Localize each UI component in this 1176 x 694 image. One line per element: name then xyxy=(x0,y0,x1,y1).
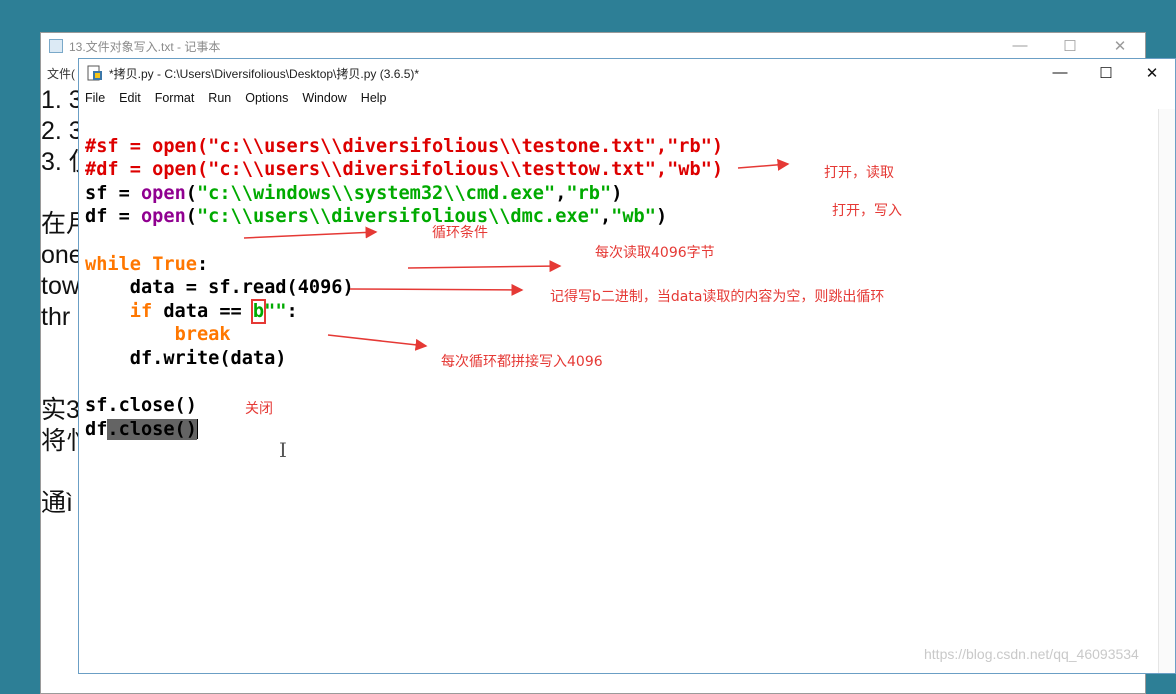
code-line-12: sf.close() xyxy=(85,394,723,418)
code-line-3: sf = open("c:\\windows\\system32\\cmd.ex… xyxy=(85,182,723,206)
idle-minimize-button[interactable]: — xyxy=(1037,64,1083,82)
idle-menubar: File Edit Format Run Options Window Help xyxy=(79,87,1175,109)
string-token: "" xyxy=(264,300,287,322)
annotation-read-4096: 每次读取4096字节 xyxy=(595,245,715,261)
code-token: : xyxy=(286,300,298,322)
code-token: data == xyxy=(152,300,253,322)
code-token: ) xyxy=(611,182,623,204)
annotation-open-read: 打开，读取 xyxy=(824,165,894,181)
builtin-token: open xyxy=(140,206,186,228)
idle-maximize-button[interactable]: ☐ xyxy=(1083,64,1129,82)
notepad-close-button[interactable]: ✕ xyxy=(1095,37,1145,55)
menu-options[interactable]: Options xyxy=(245,91,288,105)
keyword-token: while xyxy=(85,253,141,275)
vertical-scrollbar[interactable] xyxy=(1158,109,1175,673)
menu-window[interactable]: Window xyxy=(302,91,346,105)
code-token: df = xyxy=(85,206,141,228)
code-line-2: #df = open("c:\\users\\diversifolious\\t… xyxy=(85,158,723,182)
menu-edit[interactable]: Edit xyxy=(119,91,141,105)
code-token: df xyxy=(85,418,108,440)
string-token: "c:\\users\\diversifolious\\dmc.exe" xyxy=(196,206,600,228)
code-line-9: break xyxy=(85,323,723,347)
string-token: "c:\\windows\\system32\\cmd.exe" xyxy=(196,182,556,204)
notepad-maximize-button[interactable]: ☐ xyxy=(1045,37,1095,55)
code-token: df.write(data) xyxy=(85,347,287,369)
notepad-title: 13.文件对象写入.txt - 记事本 xyxy=(69,39,221,54)
code-token: sf = xyxy=(85,182,141,204)
python-file-icon xyxy=(87,65,103,81)
annotation-open-write: 打开，写入 xyxy=(832,203,902,219)
string-token: "rb" xyxy=(566,182,612,204)
text-caret xyxy=(196,419,198,440)
menu-format[interactable]: Format xyxy=(155,91,195,105)
keyword-token: True xyxy=(152,253,197,275)
watermark: https://blog.csdn.net/qq_46093534 xyxy=(924,646,1139,662)
menu-help[interactable]: Help xyxy=(361,91,387,105)
comment-token: #df = open("c:\\users\\diversifolious\\t… xyxy=(85,159,724,181)
code-token: , xyxy=(599,206,612,228)
annotation-loop-condition: 循环条件 xyxy=(432,225,488,241)
notepad-menu-file[interactable]: 文件( xyxy=(47,65,75,82)
keyword-token: if xyxy=(129,300,153,322)
code-token: : xyxy=(196,253,209,275)
code-token: data = sf.read(4096) xyxy=(85,277,354,299)
code-line-10: df.write(data) xyxy=(85,347,723,371)
menu-file[interactable]: File xyxy=(85,91,105,105)
code-token: ( xyxy=(185,182,197,204)
idle-title: *拷贝.py - C:\Users\Diversifolious\Desktop… xyxy=(109,66,420,81)
code-token: sf.close() xyxy=(85,395,197,417)
bytes-prefix-highlight: b xyxy=(250,298,267,324)
idle-editor-window: *拷贝.py - C:\Users\Diversifolious\Desktop… xyxy=(78,58,1176,674)
keyword-token: break xyxy=(174,324,231,346)
code-line-1: #sf = open("c:\\users\\diversifolious\\t… xyxy=(85,135,723,159)
notepad-minimize-button[interactable]: — xyxy=(995,37,1045,55)
string-token: "wb" xyxy=(611,206,656,228)
idle-titlebar[interactable]: *拷贝.py - C:\Users\Diversifolious\Desktop… xyxy=(79,59,1175,87)
annotation-close: 关闭 xyxy=(245,401,273,417)
annotation-binary-note: 记得写b二进制，当data读取的内容为空，则跳出循环 xyxy=(550,289,885,305)
menu-run[interactable]: Run xyxy=(208,91,231,105)
notepad-titlebar[interactable]: 13.文件对象写入.txt - 记事本 — ☐ ✕ xyxy=(41,33,1145,59)
code-token: ) xyxy=(655,206,668,228)
code-line-4: df = open("c:\\users\\diversifolious\\dm… xyxy=(85,205,723,229)
code-line-13: df.close() xyxy=(85,418,723,442)
ibeam-cursor-icon: I xyxy=(279,438,287,462)
idle-close-button[interactable]: ✕ xyxy=(1129,64,1175,82)
code-token: , xyxy=(555,182,567,204)
comment-token: #sf = open("c:\\users\\diversifolious\\t… xyxy=(85,135,724,157)
annotation-write-append: 每次循环都拼接写入4096 xyxy=(441,354,603,370)
code-token: ( xyxy=(185,206,197,228)
builtin-token: open xyxy=(140,182,186,204)
selected-text: .close() xyxy=(107,418,197,440)
notepad-icon xyxy=(49,39,63,53)
